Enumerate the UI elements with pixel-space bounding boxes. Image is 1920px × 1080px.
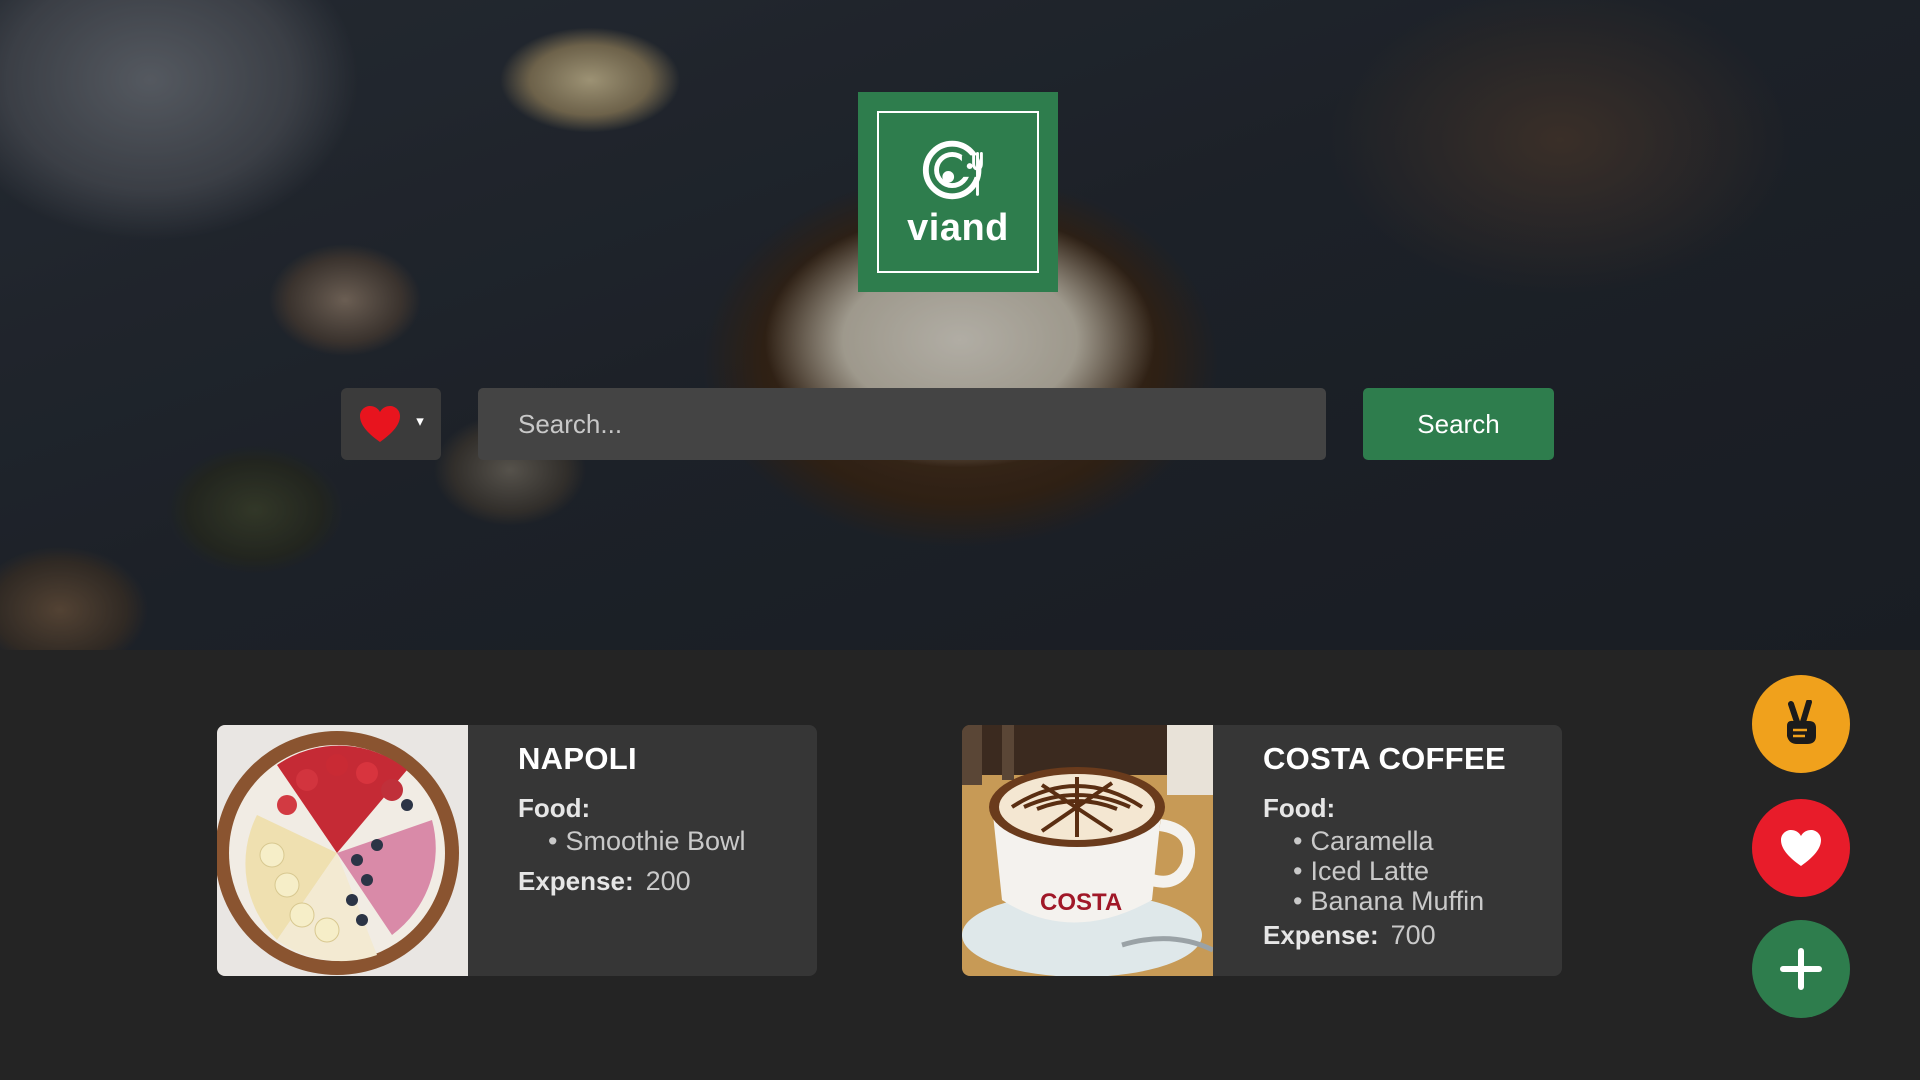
logo-text: viand [907, 206, 1009, 249]
plate-fork-icon [922, 140, 983, 199]
plus-icon [1780, 948, 1822, 990]
add-button[interactable] [1752, 920, 1850, 1018]
food-item: Caramella [1293, 826, 1506, 856]
card-body: COSTA COFFEE Food: Caramella Iced Latte … [1213, 725, 1506, 976]
expense-label: Expense: [518, 866, 634, 896]
chevron-down-icon: ▾ [416, 413, 424, 430]
search-input[interactable] [478, 388, 1326, 460]
peace-hand-icon [1787, 700, 1816, 744]
svg-text:COSTA: COSTA [1040, 889, 1122, 916]
expense-row: Expense: 700 [1263, 920, 1506, 951]
food-item: Smoothie Bowl [548, 826, 745, 856]
restaurant-card-napoli[interactable]: NAPOLI Food: Smoothie Bowl Expense: 200 [217, 725, 817, 976]
expense-row: Expense: 200 [518, 866, 746, 897]
heart-icon [358, 404, 402, 444]
food-list: Smoothie Bowl [548, 826, 745, 856]
food-item: Banana Muffin [1293, 886, 1506, 916]
peace-button[interactable] [1752, 675, 1850, 773]
heart-icon [1781, 830, 1821, 866]
food-item: Iced Latte [1293, 856, 1506, 886]
smoothie-bowl-photo [217, 725, 468, 976]
food-label: Food: [1263, 793, 1336, 823]
favorites-button[interactable] [1752, 799, 1850, 897]
logo-frame: viand [877, 111, 1039, 273]
viand-logo: viand [858, 92, 1058, 292]
restaurant-name: NAPOLI [518, 741, 637, 776]
expense-value: 700 [1390, 920, 1436, 950]
restaurant-name: COSTA COFFEE [1263, 741, 1506, 776]
food-list: Caramella Iced Latte Banana Muffin [1293, 826, 1506, 916]
food-label: Food: [518, 793, 591, 823]
expense-value: 200 [645, 866, 691, 896]
card-body: NAPOLI Food: Smoothie Bowl Expense: 200 [468, 725, 746, 976]
search-button[interactable]: Search [1363, 388, 1554, 460]
expense-label: Expense: [1263, 920, 1379, 950]
favorite-filter-dropdown[interactable]: ▾ [341, 388, 441, 460]
restaurant-card-costa-coffee[interactable]: COSTA COSTA COFFEE Food: Caramella Iced … [962, 725, 1562, 976]
coffee-cup-photo: COSTA [962, 725, 1213, 976]
